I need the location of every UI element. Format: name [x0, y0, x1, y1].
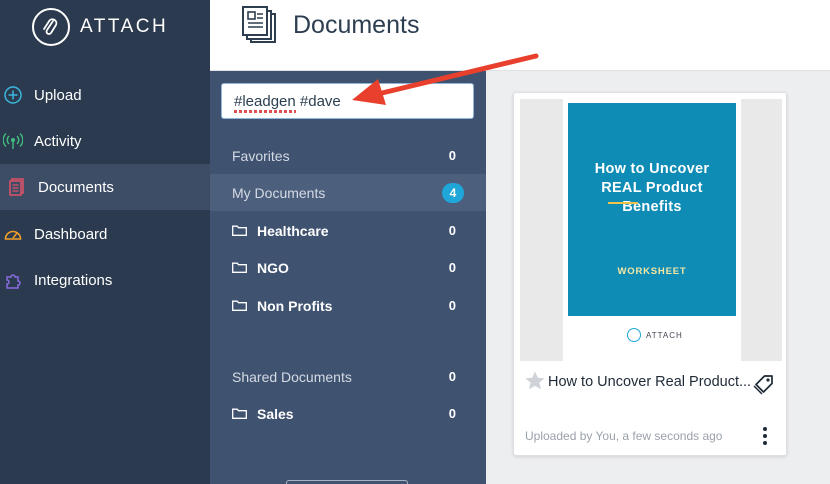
gauge-icon — [2, 223, 24, 245]
folder-label-healthcare: Healthcare — [257, 222, 329, 239]
plus-circle-icon — [2, 84, 24, 106]
nav-label-dashboard: Dashboard — [34, 225, 108, 243]
panel-scrollbar[interactable] — [286, 480, 408, 484]
folder-label-ngo: NGO — [257, 259, 289, 276]
document-card[interactable]: How to Uncover REAL Product Benefits WOR… — [513, 92, 787, 456]
paperclip-logo-icon — [627, 328, 641, 342]
spellcheck-underline — [234, 110, 296, 113]
favorites-label: Favorites — [232, 147, 290, 164]
folder-row-ngo[interactable]: NGO 0 — [210, 249, 486, 286]
nav-label-upload: Upload — [34, 86, 82, 104]
cover-title-line-3: Benefits — [622, 199, 682, 215]
folder-count-sales: 0 — [448, 406, 456, 421]
nav-item-documents[interactable]: Documents — [0, 164, 210, 210]
folder-row-non-profits[interactable]: Non Profits 0 — [210, 287, 486, 324]
document-title[interactable]: How to Uncover Real Product... — [548, 374, 752, 390]
folder-icon — [232, 225, 247, 236]
nav-label-activity: Activity — [34, 132, 82, 150]
folder-icon — [232, 300, 247, 311]
nav-item-activity[interactable]: Activity — [0, 118, 210, 164]
nav-item-dashboard[interactable]: Dashboard — [0, 211, 210, 257]
star-icon[interactable] — [524, 370, 546, 392]
shared-documents-label: Shared Documents — [232, 368, 352, 385]
folder-count-ngo: 0 — [448, 260, 456, 275]
nav-label-integrations: Integrations — [34, 271, 113, 289]
broadcast-icon — [2, 130, 24, 152]
puzzle-icon — [2, 269, 24, 291]
cover-subtitle: WORKSHEET — [617, 266, 687, 277]
my-documents-row[interactable]: My Documents 4 — [210, 174, 486, 211]
shared-documents-row[interactable]: Shared Documents 0 — [210, 358, 486, 395]
cover-title-line-2: REAL Product — [601, 180, 703, 196]
my-documents-label: My Documents — [232, 184, 326, 201]
favorites-row[interactable]: Favorites 0 — [210, 137, 486, 174]
left-nav: ATTACH Upload Activity Documents Dashboa… — [0, 0, 210, 484]
more-options-icon[interactable] — [758, 426, 772, 446]
folder-icon — [232, 408, 247, 419]
document-meta: Uploaded by You, a few seconds ago — [525, 429, 723, 443]
cover-title-line-1: How to Uncover — [594, 161, 710, 177]
document-page: How to Uncover REAL Product Benefits WOR… — [563, 99, 741, 361]
paperclip-logo-icon — [32, 8, 70, 46]
folder-count-non-profits: 0 — [448, 298, 456, 313]
nav-item-upload[interactable]: Upload — [0, 72, 210, 118]
annotation-arrow-icon — [352, 53, 539, 105]
nav-item-integrations[interactable]: Integrations — [0, 257, 210, 303]
tag-icon[interactable] — [752, 372, 776, 396]
nav-label-documents: Documents — [38, 178, 114, 196]
folder-row-healthcare[interactable]: Healthcare 0 — [210, 212, 486, 249]
folder-count-healthcare: 0 — [448, 223, 456, 238]
my-documents-count-badge: 4 — [442, 182, 464, 203]
folder-row-sales[interactable]: Sales 0 — [210, 395, 486, 432]
favorites-count: 0 — [448, 148, 456, 163]
brand-name: ATTACH — [80, 16, 169, 37]
cover-brand-name: ATTACH — [646, 330, 683, 340]
documents-stack-icon — [242, 6, 278, 44]
document-cover: How to Uncover REAL Product Benefits WOR… — [568, 103, 736, 316]
folder-label-non-profits: Non Profits — [257, 297, 333, 314]
shared-documents-count: 0 — [448, 369, 456, 384]
document-thumbnail[interactable]: How to Uncover REAL Product Benefits WOR… — [520, 99, 782, 361]
cover-brand: ATTACH — [627, 328, 683, 342]
cover-title: How to Uncover REAL Product Benefits — [568, 160, 736, 217]
page-title: Documents — [293, 11, 420, 39]
folder-label-sales: Sales — [257, 405, 294, 422]
folder-icon — [232, 262, 247, 273]
folders-panel: Favorites 0 My Documents 4 Healthcare 0 … — [210, 71, 486, 484]
brand[interactable]: ATTACH — [32, 8, 168, 46]
documents-icon — [6, 176, 28, 198]
cover-highlight-underline — [608, 202, 638, 204]
